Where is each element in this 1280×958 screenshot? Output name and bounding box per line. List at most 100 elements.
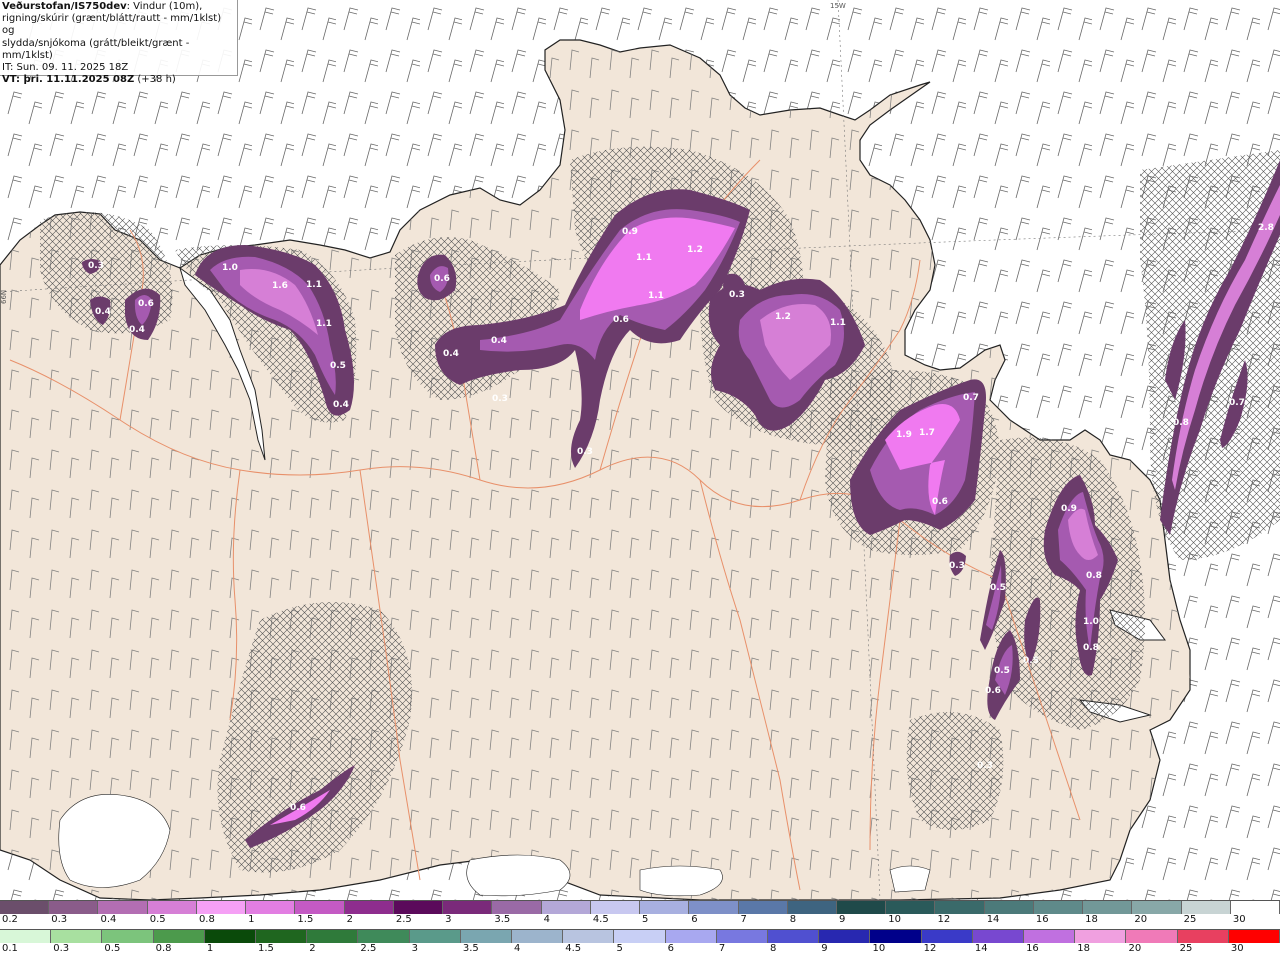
rain-label: 0.1: [2, 943, 18, 954]
rain-label: 4: [514, 943, 521, 954]
cell-label: 0.4: [129, 325, 145, 335]
rain-label: 0.5: [104, 943, 121, 954]
snow-swatch: [246, 901, 296, 914]
rain-swatch: [256, 930, 308, 943]
rain-swatch: [1177, 930, 1229, 943]
snow-label: 30: [1232, 914, 1246, 925]
rain-swatch: [358, 930, 410, 943]
rain-label: 1.5: [258, 943, 274, 954]
snow-colorbar: [0, 900, 1280, 914]
valid-prefix: VT:: [2, 74, 24, 86]
cell-label: 1.2: [687, 245, 703, 255]
snow-swatch: [738, 901, 788, 914]
rain-swatch: [563, 930, 615, 943]
cell-label: 1.0: [1083, 617, 1099, 627]
rain-swatch: [716, 930, 769, 943]
cell-label: 0.7: [963, 393, 979, 403]
valid-offset: (+38 h): [134, 74, 176, 86]
rain-label: 16: [1026, 943, 1039, 954]
cell-label: 1.1: [830, 318, 846, 328]
rain-label: 1: [206, 943, 214, 954]
snow-label: 2: [346, 914, 354, 925]
weather-map: 15W 66N 1.0 1.6 1.1 1.1 0.5 0.4 0.4 0.6 …: [0, 0, 1280, 900]
rain-label: 2.5: [360, 943, 377, 954]
rain-swatch: [614, 930, 666, 943]
model-title: Veðurstofan/IS750dev: [2, 1, 127, 12]
cell-label: 1.1: [316, 319, 332, 329]
cell-label: 1.1: [648, 291, 664, 301]
cell-label: 0.3: [977, 761, 993, 771]
snow-label: 8: [789, 914, 797, 925]
snow-swatch: [0, 901, 50, 914]
init-time: IT: Sun. 09. 11. 2025 18Z: [2, 62, 129, 74]
snow-swatch: [443, 901, 493, 914]
snow-swatch: [787, 901, 837, 914]
rain-swatch: [1228, 930, 1280, 943]
cell-label: 0.6: [434, 274, 450, 284]
rain-label: 20: [1128, 943, 1142, 954]
snow-colorbar-labels: 0.2 0.3 0.4 0.5 0.8 1 1.5 2 2.5 3 3.5 4 4.5 5 6 7 8 9 10 12…: [0, 914, 1280, 928]
snow-swatch: [196, 901, 247, 914]
snow-label: 1.5: [297, 914, 314, 925]
cell-label: 0.6: [613, 315, 629, 325]
rain-label: 7: [718, 943, 726, 954]
rain-swatch: [409, 930, 461, 943]
snow-swatch: [935, 901, 985, 914]
cell-label: 0.7: [1229, 398, 1245, 408]
snow-swatch: [344, 901, 394, 914]
snow-swatch: [1083, 901, 1133, 914]
rain-swatch: [665, 930, 717, 943]
cell-label: 1.0: [222, 263, 238, 273]
snow-label: 3: [445, 914, 452, 925]
cell-label: 0.9: [622, 227, 638, 237]
cell-label: 0.5: [990, 583, 1006, 593]
rain-label: 14: [974, 943, 988, 954]
cell-label: 0.6: [138, 299, 154, 309]
title-suffix: : Vindur (10m),: [126, 1, 203, 12]
rain-swatch: [51, 930, 103, 943]
snow-swatch: [886, 901, 936, 914]
cell-label: 1.2: [775, 312, 791, 322]
rain-swatch: [1024, 930, 1076, 943]
snow-label: 0.5: [149, 914, 166, 925]
rain-swatch: [819, 930, 871, 943]
rain-label: 0.8: [155, 943, 172, 954]
cell-label: 0.3: [577, 447, 593, 457]
snow-swatch: [49, 901, 99, 914]
rain-swatch: [972, 930, 1025, 943]
snow-label: 14: [986, 914, 1000, 925]
rain-label: 4.5: [565, 943, 582, 954]
cell-label: 0.3: [88, 261, 104, 271]
snow-label: 18: [1085, 914, 1098, 925]
rain-label: 6: [667, 943, 675, 954]
snow-label: 5: [642, 914, 649, 925]
snow-label: 16: [1035, 914, 1049, 925]
snow-label: 0.4: [100, 914, 117, 925]
snow-swatch: [1033, 901, 1084, 914]
snow-swatch: [393, 901, 444, 914]
snow-swatch: [98, 901, 148, 914]
cell-label: 0.3: [949, 561, 965, 571]
snow-swatch: [1181, 901, 1231, 914]
snow-swatch: [541, 901, 591, 914]
snow-swatch: [984, 901, 1034, 914]
snow-swatch: [689, 901, 739, 914]
snow-label: 3.5: [494, 914, 511, 925]
snow-label: 1: [248, 914, 255, 925]
rain-label: 2: [309, 943, 316, 954]
cell-label: 0.8: [1173, 418, 1189, 428]
rain-swatch: [512, 930, 564, 943]
snow-label: 25: [1183, 914, 1197, 925]
cell-label: 0.5: [1023, 656, 1039, 666]
snow-swatch: [590, 901, 641, 914]
rain-swatch: [307, 930, 359, 943]
cell-label: 0.5: [994, 666, 1010, 676]
lon-grid-label: 15W: [830, 2, 846, 10]
map-info-box: Veðurstofan/IS750dev: Vindur (10m), rign…: [0, 0, 238, 85]
snow-label: 0.2: [2, 914, 18, 925]
rain-label: 30: [1230, 943, 1244, 954]
cell-label: 0.8: [1083, 643, 1099, 653]
snow-swatch: [1230, 901, 1280, 914]
valid-date: þri. 11.11.2025 08Z: [23, 74, 135, 86]
cell-label: 2.8: [1258, 223, 1274, 233]
